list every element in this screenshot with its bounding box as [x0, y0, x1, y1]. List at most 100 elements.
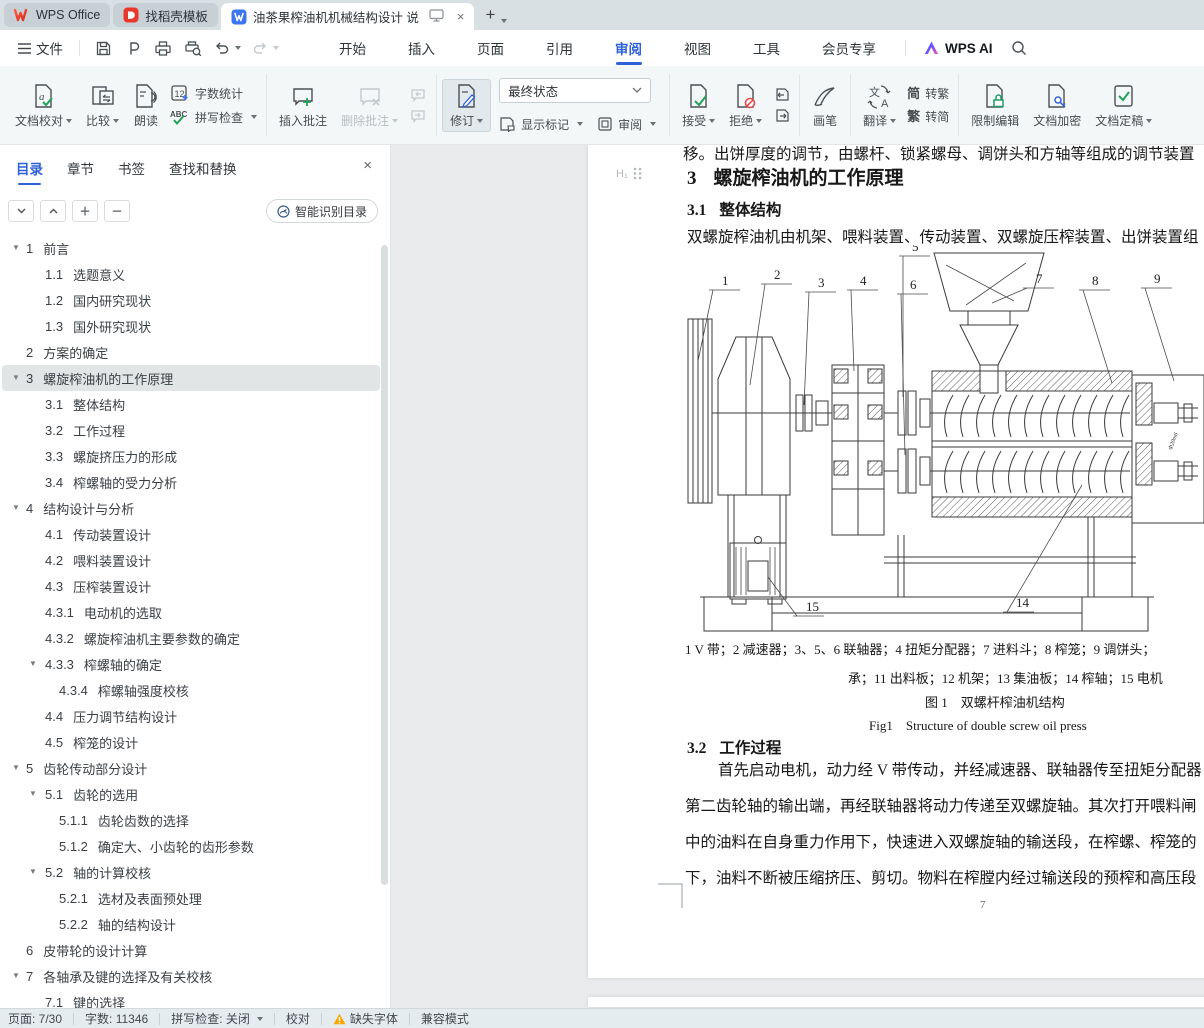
toc-expand-arrow-icon[interactable]: ▼: [12, 763, 20, 772]
toc-expand-arrow-icon[interactable]: ▼: [29, 659, 37, 668]
next-change-button[interactable]: [773, 108, 790, 123]
toc-item[interactable]: ▼ 4.3.3 榨螺轴的确定: [2, 651, 380, 677]
toc-item[interactable]: ▼ 1 前言: [2, 235, 380, 261]
sidebar-tab-find-replace[interactable]: 查找和替换: [169, 158, 237, 187]
toc-item[interactable]: 1.1 选题意义: [2, 261, 380, 287]
toc-item[interactable]: ▼ 5.1 齿轮的选用: [2, 781, 380, 807]
toc-item[interactable]: 3.4 榨螺轴的受力分析: [2, 469, 380, 495]
smart-toc-button[interactable]: 智能识别目录: [265, 199, 378, 223]
spell-check-button[interactable]: ABC 拼写检查: [170, 108, 258, 126]
toc-item[interactable]: 3.1 整体结构: [2, 391, 380, 417]
redo-button[interactable]: [246, 35, 284, 61]
accept-button[interactable]: 接受: [675, 80, 722, 131]
previous-change-button[interactable]: [773, 87, 790, 102]
doc-proof-button[interactable]: a 文档校对: [8, 80, 79, 131]
previous-comment-button[interactable]: [409, 87, 427, 102]
heading-level-marker[interactable]: H₁: [616, 167, 642, 180]
toc-item[interactable]: ▼ 4 结构设计与分析: [2, 495, 380, 521]
toc-item[interactable]: ▼ 5.2 轴的计算校核: [2, 859, 380, 885]
missing-font-warning[interactable]: 缺失字体: [333, 1010, 398, 1027]
zoom-in-toc-button[interactable]: ＋: [72, 200, 98, 222]
new-tab-button[interactable]: +: [485, 5, 495, 25]
menu-tab-member[interactable]: 会员专享: [801, 30, 897, 66]
menu-tab-review[interactable]: 审阅: [594, 30, 663, 66]
spell-check-status[interactable]: 拼写检查: 关闭: [171, 1010, 263, 1027]
toc-item[interactable]: 4.2 喂料装置设计: [2, 547, 380, 573]
proofread-status[interactable]: 校对: [286, 1010, 310, 1027]
print-preview-button[interactable]: [178, 35, 208, 61]
search-icon[interactable]: [1011, 40, 1027, 56]
restrict-edit-button[interactable]: 限制编辑: [964, 80, 1026, 131]
menu-tab-view[interactable]: 视图: [663, 30, 732, 66]
close-sidebar-icon[interactable]: ×: [363, 157, 372, 174]
reject-button[interactable]: 拒绝: [722, 80, 769, 131]
print-button[interactable]: [148, 35, 178, 61]
menu-tab-insert[interactable]: 插入: [387, 30, 456, 66]
toc-item[interactable]: 6 皮带轮的设计计算: [2, 937, 380, 963]
menu-tab-reference[interactable]: 引用: [525, 30, 594, 66]
toc-expand-arrow-icon[interactable]: ▼: [29, 789, 37, 798]
toc-expand-arrow-icon[interactable]: ▼: [12, 971, 20, 980]
close-tab-icon[interactable]: ×: [457, 9, 465, 24]
toc-item[interactable]: 4.3.4 榨螺轴强度校核: [2, 677, 380, 703]
compare-button[interactable]: 比较: [79, 80, 126, 131]
encrypt-button[interactable]: 文档加密: [1026, 80, 1088, 131]
tab-wps-office[interactable]: WPS Office: [4, 3, 111, 27]
file-menu[interactable]: 文件: [10, 38, 71, 58]
sidebar-scrollbar[interactable]: [381, 245, 388, 885]
zoom-out-toc-button[interactable]: －: [104, 200, 130, 222]
word-count-button[interactable]: 12 字数统计: [170, 84, 257, 102]
menu-tab-tools[interactable]: 工具: [732, 30, 801, 66]
toc-item[interactable]: 5.1.2 确定大、小齿轮的齿形参数: [2, 833, 380, 859]
read-aloud-button[interactable]: 朗读: [126, 80, 166, 131]
show-markup-button[interactable]: 显示标记: [499, 116, 584, 133]
toc-item[interactable]: 3.3 螺旋挤压力的形成: [2, 443, 380, 469]
pen-button[interactable]: 画笔: [805, 80, 845, 131]
toc-item[interactable]: 4.3 压榨装置设计: [2, 573, 380, 599]
undo-button[interactable]: [208, 35, 246, 61]
toc-item[interactable]: 4.4 压力调节结构设计: [2, 703, 380, 729]
review-mode-button[interactable]: 审阅: [597, 116, 657, 133]
document-page[interactable]: 移。出饼厚度的调节，由螺杆、锁紧螺母、调饼头和方轴等组成的调节装置 H₁ 3 螺旋…: [588, 145, 1204, 978]
expand-all-button[interactable]: [40, 200, 66, 222]
toc-item[interactable]: 4.5 榨笼的设计: [2, 729, 380, 755]
toc-expand-arrow-icon[interactable]: ▼: [12, 503, 20, 512]
menu-tab-page[interactable]: 页面: [456, 30, 525, 66]
toc-item[interactable]: 1.3 国外研究现状: [2, 313, 380, 339]
word-count-status[interactable]: 字数: 11346: [85, 1010, 148, 1027]
toc-item[interactable]: ▼ 3 螺旋榨油机的工作原理: [2, 365, 380, 391]
simplified-to-traditional-button[interactable]: 简 转繁: [907, 85, 949, 102]
toc-expand-arrow-icon[interactable]: ▼: [29, 867, 37, 876]
wps-ai-button[interactable]: WPS AI: [924, 41, 993, 56]
traditional-to-simplified-button[interactable]: 繁 转简: [907, 108, 949, 125]
save-button[interactable]: [88, 35, 118, 61]
toc-item[interactable]: ▼ 7 各轴承及键的选择及有关校核: [2, 963, 380, 989]
next-comment-button[interactable]: [409, 108, 427, 123]
tab-document-active[interactable]: 油茶果榨油机机械结构设计 说 ×: [220, 3, 475, 30]
sidebar-tab-contents[interactable]: 目录: [16, 158, 43, 187]
toc-item[interactable]: 1.2 国内研究现状: [2, 287, 380, 313]
markup-state-dropdown[interactable]: 最终状态: [499, 77, 652, 103]
toc-item[interactable]: 5.2.2 轴的结构设计: [2, 911, 380, 937]
toc-item[interactable]: 7.1 键的选择: [2, 989, 380, 1009]
document-area[interactable]: 移。出饼厚度的调节，由螺杆、锁紧螺母、调饼头和方轴等组成的调节装置 H₁ 3 螺旋…: [391, 145, 1204, 1008]
toc-item[interactable]: 4.3.2 螺旋榨油机主要参数的确定: [2, 625, 380, 651]
toc-item[interactable]: 5.1.1 齿轮齿数的选择: [2, 807, 380, 833]
sidebar-tab-chapters[interactable]: 章节: [67, 158, 94, 187]
collapse-all-button[interactable]: [8, 200, 34, 222]
toc-expand-arrow-icon[interactable]: ▼: [12, 373, 20, 382]
delete-comment-button[interactable]: 删除批注: [334, 80, 405, 131]
toc-item[interactable]: 2 方案的确定: [2, 339, 380, 365]
translate-button[interactable]: 文A 翻译: [856, 80, 903, 131]
tab-docer-templates[interactable]: 找稻壳模板: [113, 3, 218, 27]
export-pdf-button[interactable]: [118, 35, 148, 61]
screen-share-icon[interactable]: [429, 8, 445, 25]
tab-list-chevron-icon[interactable]: [501, 19, 508, 23]
compat-mode-status[interactable]: 兼容模式: [421, 1010, 469, 1027]
toc-item[interactable]: ▼ 5 齿轮传动部分设计: [2, 755, 380, 781]
track-changes-button[interactable]: 修订: [442, 78, 492, 132]
toc-item[interactable]: 4.1 传动装置设计: [2, 521, 380, 547]
toc-item[interactable]: 4.3.1 电动机的选取: [2, 599, 380, 625]
toc-item[interactable]: 3.2 工作过程: [2, 417, 380, 443]
toc-item[interactable]: 5.2.1 选材及表面预处理: [2, 885, 380, 911]
